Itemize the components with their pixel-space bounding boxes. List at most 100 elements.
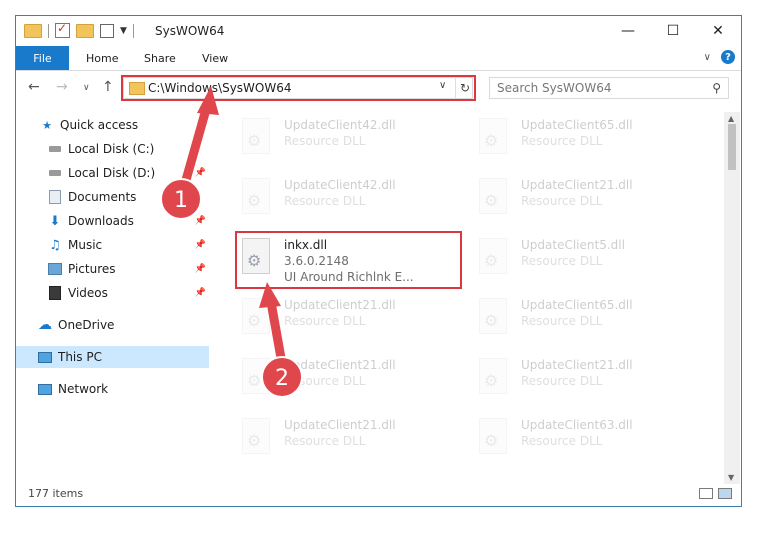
file-item[interactable]: ⚙ UpdateClient21.dll Resource DLL bbox=[238, 296, 463, 348]
scrollbar-thumb[interactable] bbox=[728, 124, 736, 170]
up-arrow-icon[interactable]: ↑ bbox=[102, 79, 114, 95]
network-icon bbox=[38, 382, 52, 396]
search-box[interactable]: Search SysWOW64 ⚲ bbox=[489, 77, 729, 99]
computer-icon bbox=[38, 350, 52, 364]
file-name: UpdateClient21.dll bbox=[521, 358, 633, 372]
nav-item-downloads[interactable]: ⬇ Downloads 📌 bbox=[48, 210, 210, 232]
file-name: UpdateClient21.dll bbox=[284, 418, 396, 432]
nav-item-label: Music bbox=[68, 238, 103, 252]
file-name: UpdateClient5.dll bbox=[521, 238, 625, 252]
file-type: Resource DLL bbox=[284, 434, 366, 448]
nav-item-quick-access[interactable]: ★ Quick access bbox=[40, 114, 210, 136]
music-icon: ♫ bbox=[49, 237, 61, 253]
videos-icon bbox=[48, 286, 62, 300]
nav-item-music[interactable]: ♫ Music 📌 bbox=[48, 234, 210, 256]
search-placeholder[interactable]: Search SysWOW64 bbox=[497, 81, 611, 95]
file-type: Resource DLL bbox=[521, 194, 603, 208]
tab-share[interactable]: Share bbox=[144, 46, 176, 70]
file-type: Resource DLL bbox=[521, 374, 603, 388]
nav-item-label: Local Disk (C:) bbox=[68, 142, 155, 156]
file-item[interactable]: ⚙ UpdateClient65.dll Resource DLL bbox=[475, 296, 700, 348]
documents-icon bbox=[48, 190, 62, 204]
ribbon-tabs: File Home Share View ∨ ? bbox=[16, 46, 741, 71]
tab-home[interactable]: Home bbox=[86, 46, 118, 70]
customize-toolbar-dropdown-icon[interactable]: ▼ bbox=[120, 26, 127, 36]
minimize-button[interactable]: — bbox=[605, 16, 651, 46]
dll-file-icon: ⚙ bbox=[475, 238, 509, 282]
scroll-down-arrow-icon[interactable]: ▼ bbox=[728, 473, 734, 482]
pin-icon[interactable]: 📌 bbox=[195, 168, 206, 178]
nav-item-label: Downloads bbox=[68, 214, 134, 228]
file-item[interactable]: ⚙ UpdateClient21.dll Resource DLL bbox=[475, 356, 700, 408]
downloads-icon: ⬇ bbox=[49, 213, 61, 229]
drive-icon bbox=[48, 142, 62, 156]
file-type: Resource DLL bbox=[284, 374, 366, 388]
dll-file-icon: ⚙ bbox=[238, 358, 272, 402]
pin-icon[interactable]: 📌 bbox=[195, 264, 206, 274]
large-icons-view-icon[interactable] bbox=[718, 488, 732, 499]
nav-item-label: Quick access bbox=[60, 118, 139, 132]
back-arrow-icon[interactable]: ← bbox=[28, 79, 40, 95]
file-item[interactable]: ⚙ UpdateClient21.dll Resource DLL bbox=[238, 416, 463, 468]
nav-item-network[interactable]: Network bbox=[38, 378, 210, 400]
new-folder-icon[interactable] bbox=[76, 23, 94, 38]
pictures-icon bbox=[48, 262, 62, 276]
properties-icon[interactable] bbox=[100, 23, 114, 38]
address-highlight-box bbox=[121, 75, 476, 101]
expand-ribbon-icon[interactable]: ∨ bbox=[704, 52, 711, 63]
file-type: Resource DLL bbox=[284, 314, 366, 328]
file-item[interactable]: ⚙ UpdateClient65.dll Resource DLL bbox=[475, 116, 700, 168]
cloud-icon: ☁ bbox=[38, 317, 52, 333]
maximize-button[interactable]: ☐ bbox=[650, 16, 696, 46]
file-list: ⚙ UpdateClient42.dll Resource DLL ⚙ Upda… bbox=[216, 112, 724, 484]
scroll-up-arrow-icon[interactable]: ▲ bbox=[728, 114, 734, 123]
dll-file-icon: ⚙ bbox=[475, 298, 509, 342]
details-view-icon[interactable] bbox=[699, 488, 713, 499]
nav-item-documents[interactable]: Documents bbox=[48, 186, 210, 208]
window-title: SysWOW64 bbox=[155, 24, 225, 38]
nav-item-pictures[interactable]: Pictures 📌 bbox=[48, 258, 210, 280]
file-item[interactable]: ⚙ UpdateClient63.dll Resource DLL bbox=[475, 416, 700, 468]
dll-file-icon: ⚙ bbox=[475, 118, 509, 162]
file-item[interactable]: ⚙ UpdateClient42.dll Resource DLL bbox=[238, 116, 463, 168]
forward-arrow-icon[interactable]: → bbox=[56, 79, 68, 95]
star-icon: ★ bbox=[42, 118, 52, 132]
search-icon[interactable]: ⚲ bbox=[712, 81, 721, 95]
folder-icon bbox=[24, 23, 42, 38]
pin-icon[interactable]: 📌 bbox=[195, 216, 206, 226]
file-type: Resource DLL bbox=[521, 314, 603, 328]
file-item[interactable]: ⚙ UpdateClient21.dll Resource DLL bbox=[238, 356, 463, 408]
dll-file-icon: ⚙ bbox=[475, 358, 509, 402]
file-name: UpdateClient42.dll bbox=[284, 178, 396, 192]
nav-item-local-disk-d[interactable]: Local Disk (D:) 📌 bbox=[48, 162, 210, 184]
dll-file-icon: ⚙ bbox=[238, 118, 272, 162]
tab-file[interactable]: File bbox=[16, 46, 69, 70]
pin-icon[interactable]: 📌 bbox=[195, 240, 206, 250]
help-icon[interactable]: ? bbox=[721, 50, 735, 64]
nav-item-local-disk-c[interactable]: Local Disk (C:) bbox=[48, 138, 210, 160]
pin-icon[interactable]: 📌 bbox=[195, 288, 206, 298]
nav-item-this-pc[interactable]: This PC bbox=[16, 346, 209, 368]
toolbar-separator bbox=[132, 23, 134, 38]
nav-item-label: Network bbox=[58, 382, 109, 396]
file-type: Resource DLL bbox=[521, 254, 603, 268]
dll-file-icon: ⚙ bbox=[238, 178, 272, 222]
title-bar: ▼ SysWOW64 — ☐ ✕ bbox=[16, 16, 741, 46]
file-name: UpdateClient65.dll bbox=[521, 118, 633, 132]
properties-check-icon[interactable] bbox=[55, 21, 70, 38]
close-button[interactable]: ✕ bbox=[695, 16, 741, 46]
tab-view[interactable]: View bbox=[202, 46, 228, 70]
quick-access-toolbar: ▼ bbox=[24, 21, 134, 38]
vertical-scrollbar[interactable]: ▲ ▼ bbox=[724, 112, 740, 484]
file-item[interactable]: ⚙ UpdateClient5.dll Resource DLL bbox=[475, 236, 700, 288]
file-item[interactable]: ⚙ UpdateClient42.dll Resource DLL bbox=[238, 176, 463, 228]
recent-locations-chevron-icon[interactable]: ∨ bbox=[83, 83, 90, 93]
file-item[interactable]: ⚙ UpdateClient21.dll Resource DLL bbox=[475, 176, 700, 228]
file-name: UpdateClient21.dll bbox=[521, 178, 633, 192]
file-name: UpdateClient21.dll bbox=[284, 298, 396, 312]
nav-item-videos[interactable]: Videos 📌 bbox=[48, 282, 210, 304]
item-count: 177 items bbox=[28, 487, 84, 500]
file-name: UpdateClient65.dll bbox=[521, 298, 633, 312]
dll-file-icon: ⚙ bbox=[475, 418, 509, 462]
nav-item-onedrive[interactable]: ☁ OneDrive bbox=[38, 314, 210, 336]
